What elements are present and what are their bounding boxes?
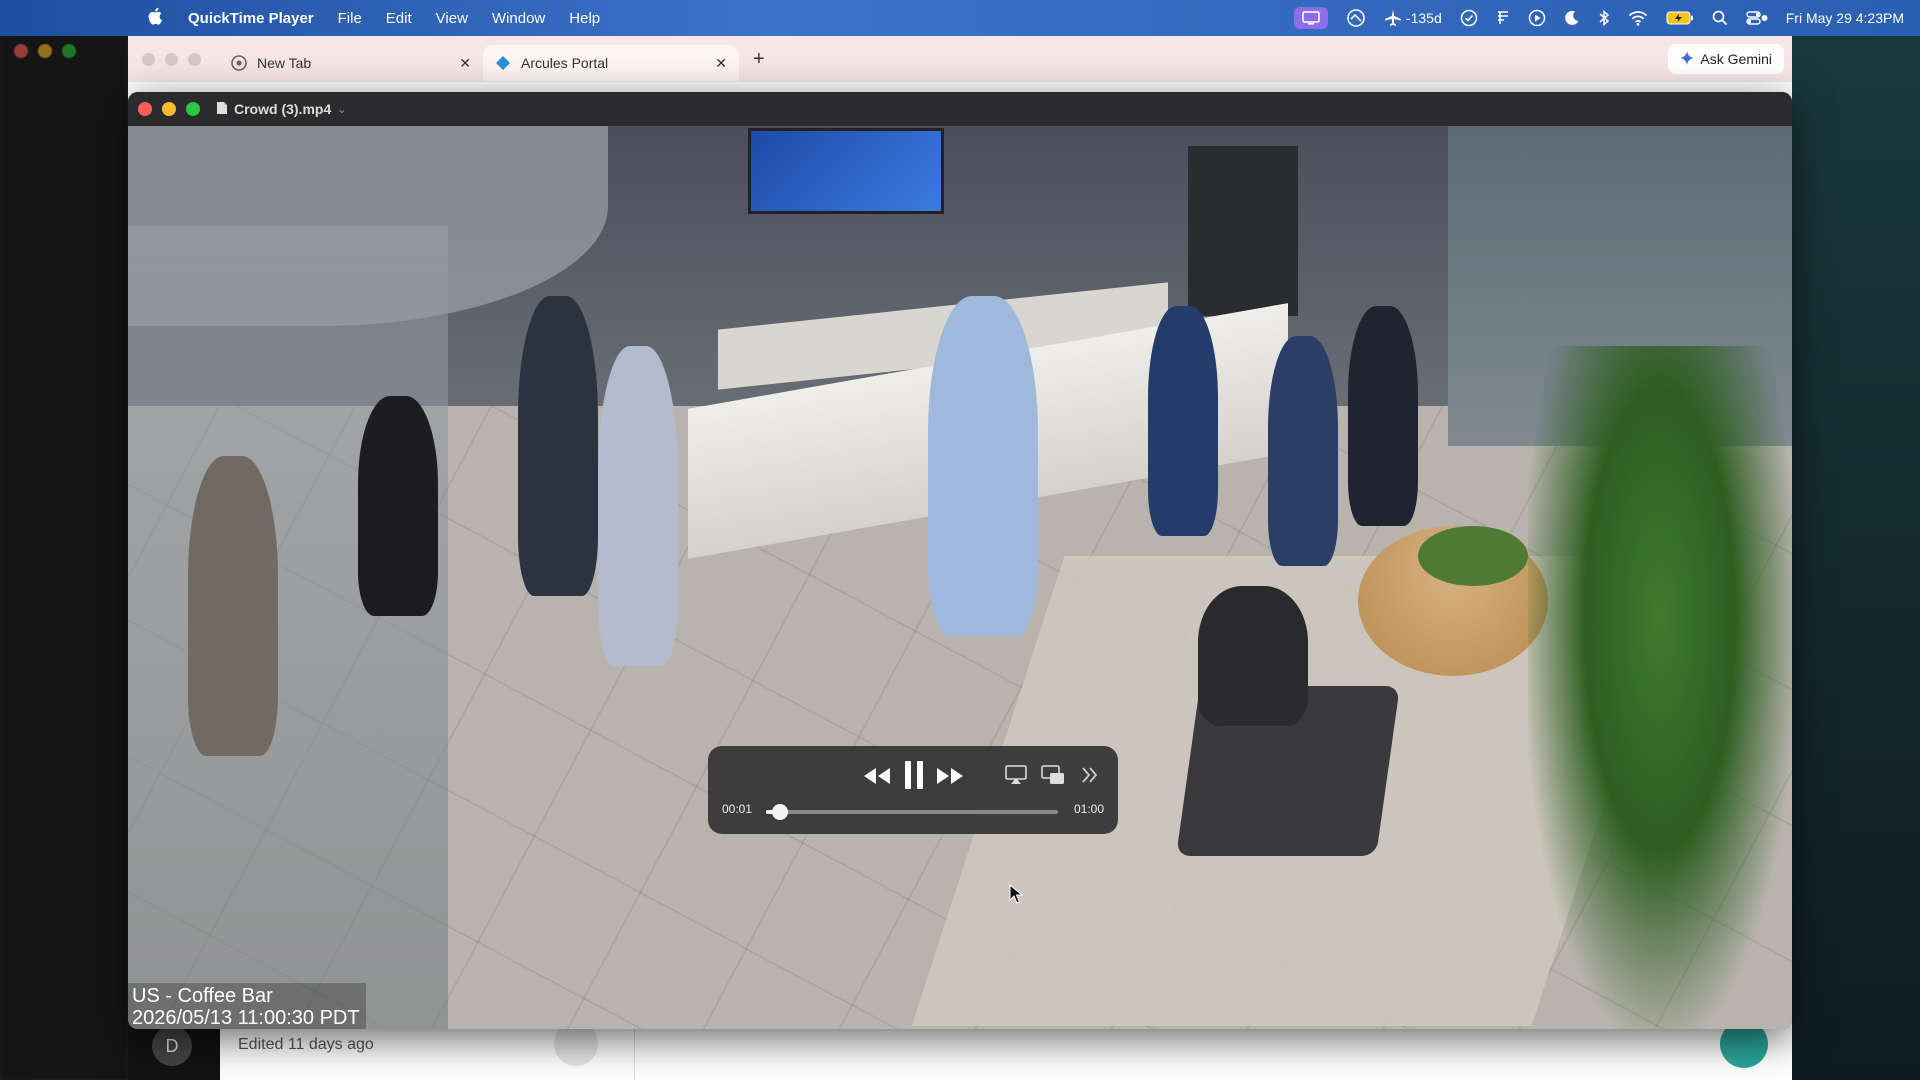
scene-glass-wall — [128, 226, 448, 1029]
bg-minimize-dot — [38, 44, 52, 58]
grid-menu-icon[interactable] — [1496, 10, 1510, 26]
bg-close-dot — [14, 44, 28, 58]
current-time: 00:01 — [722, 802, 753, 816]
file-name: Crowd (3).mp4 — [234, 101, 332, 117]
tab-label: New Tab — [257, 55, 312, 71]
chevron-down-icon[interactable]: ⌄ — [337, 103, 346, 116]
tab-close-icon[interactable]: ✕ — [715, 55, 727, 72]
scene-person — [1348, 306, 1418, 526]
quicktime-window-controls — [138, 102, 200, 116]
gemini-sparkle-icon — [1680, 50, 1695, 68]
scene-person — [598, 346, 678, 666]
menu-app-name[interactable]: QuickTime Player — [188, 10, 314, 27]
scene-person — [188, 456, 278, 756]
new-tab-plus-icon[interactable]: + — [753, 48, 765, 71]
search-icon[interactable] — [1712, 10, 1728, 26]
edited-timestamp: Edited 11 days ago — [238, 1036, 374, 1053]
menu-file[interactable]: File — [338, 10, 362, 27]
browser-maximize-button[interactable] — [188, 52, 201, 66]
checkmark-circle-icon[interactable] — [1460, 9, 1478, 27]
quicktime-title-bar[interactable]: Crowd (3).mp4 ⌄ — [128, 92, 1792, 126]
playback-controls: 00:01 01:00 — [708, 746, 1118, 834]
ask-gemini-label: Ask Gemini — [1700, 51, 1772, 67]
menu-bar-clock[interactable]: Fri May 29 4:23PM — [1786, 10, 1904, 26]
document-icon — [216, 101, 228, 118]
pause-icon[interactable] — [900, 758, 928, 792]
picture-in-picture-icon[interactable] — [1040, 764, 1066, 786]
chrome-icon — [231, 55, 247, 71]
scrubber-track[interactable] — [766, 804, 1058, 820]
menu-edit[interactable]: Edit — [386, 10, 412, 27]
background-window-right — [1792, 30, 1920, 1080]
double-chevron-right-icon[interactable] — [1080, 764, 1100, 786]
quicktime-window: Crowd (3).mp4 ⌄ US - Coffee Bar 2026/05/… — [128, 92, 1792, 1029]
tab-arcules-portal[interactable]: Arcules Portal ✕ — [483, 45, 739, 81]
scene-person — [518, 296, 598, 596]
tab-label: Arcules Portal — [521, 55, 609, 71]
menu-bar-status-area: -135d Fri May 29 4:23PM — [1293, 0, 1920, 36]
apple-icon[interactable] — [148, 7, 166, 30]
quicktime-file-title[interactable]: Crowd (3).mp4 ⌄ — [216, 101, 346, 118]
camera-timestamp: 2026/05/13 11:00:30 PDT — [132, 1007, 360, 1029]
browser-close-button[interactable] — [142, 52, 155, 66]
menu-help[interactable]: Help — [569, 10, 600, 27]
scene-fridge — [1188, 146, 1298, 316]
rewind-icon[interactable] — [861, 764, 893, 788]
scene-tv — [748, 128, 944, 214]
ask-gemini-button[interactable]: Ask Gemini — [1668, 44, 1784, 74]
video-frame[interactable]: US - Coffee Bar 2026/05/13 11:00:30 PDT — [128, 126, 1792, 1029]
scene-planter — [1418, 526, 1528, 586]
screen-share-icon[interactable] — [1293, 7, 1328, 29]
quicktime-maximize-button[interactable] — [186, 102, 200, 116]
moon-icon[interactable] — [1564, 10, 1580, 26]
scrubber-handle[interactable] — [771, 804, 788, 820]
duration-time: 01:00 — [1073, 802, 1104, 816]
browser-window-controls — [142, 52, 201, 66]
browser-tab-strip: New Tab ✕ Arcules Portal ✕ + Ask Gemini — [128, 36, 1792, 82]
tab-close-icon[interactable]: ✕ — [459, 55, 471, 72]
tab-new-tab[interactable]: New Tab ✕ — [219, 45, 483, 81]
camera-name: US - Coffee Bar — [132, 985, 273, 1007]
play-circle-icon[interactable] — [1528, 9, 1546, 27]
scene-person — [928, 296, 1038, 636]
menu-view[interactable]: View — [436, 10, 468, 27]
scene-person — [1148, 306, 1218, 536]
browser-minimize-button[interactable] — [165, 52, 178, 66]
airplane-icon[interactable]: -135d — [1384, 9, 1442, 27]
scene-person — [1198, 586, 1308, 726]
bluetooth-icon[interactable] — [1598, 9, 1610, 27]
notes-app-icon[interactable] — [1346, 8, 1366, 28]
quicktime-minimize-button[interactable] — [162, 102, 176, 116]
scene-large-plant — [1528, 346, 1792, 1029]
control-center-icon[interactable] — [1746, 10, 1768, 26]
battery-charging-icon[interactable] — [1666, 11, 1694, 25]
quicktime-close-button[interactable] — [138, 102, 152, 116]
scene-person — [358, 396, 438, 616]
background-window — [0, 30, 128, 1080]
scene-person — [1268, 336, 1338, 566]
camera-overlay: US - Coffee Bar 2026/05/13 11:00:30 PDT — [128, 983, 366, 1029]
airplane-label: -135d — [1405, 10, 1442, 26]
menu-bar: QuickTime Player File Edit View Window H… — [0, 0, 1920, 36]
arcules-logo-icon — [495, 55, 511, 71]
airplay-icon[interactable] — [1004, 764, 1028, 786]
fast-forward-icon[interactable] — [934, 764, 966, 788]
menu-window[interactable]: Window — [492, 10, 545, 27]
bg-maximize-dot — [62, 44, 76, 58]
avatar[interactable]: D — [152, 1026, 192, 1066]
wifi-icon[interactable] — [1628, 10, 1648, 26]
